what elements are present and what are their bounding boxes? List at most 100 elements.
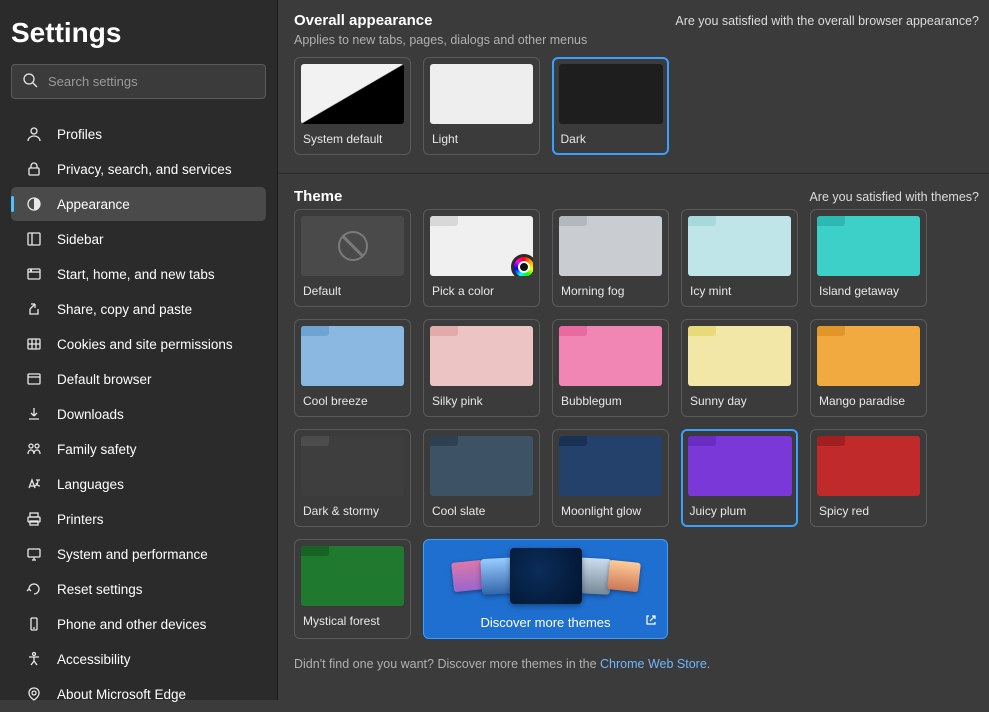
theme-option-icy[interactable]: Icy mint: [681, 209, 798, 307]
nav-item-label: Languages: [57, 477, 124, 492]
theme-footnote: Didn't find one you want? Discover more …: [294, 657, 979, 671]
browser-icon: [25, 370, 43, 388]
appearance-option-sysdefault[interactable]: System default: [294, 57, 411, 155]
theme-thumb: [430, 326, 533, 386]
nav-languages[interactable]: Languages: [11, 467, 266, 501]
theme-option-sunny[interactable]: Sunny day: [681, 319, 798, 417]
theme-thumb: [430, 436, 533, 496]
theme-option-label: Bubblegum: [559, 394, 662, 408]
theme-option-mango[interactable]: Mango paradise: [810, 319, 927, 417]
accessibility-icon: [25, 650, 43, 668]
overall-appearance-title: Overall appearance: [294, 12, 432, 29]
overall-subtitle: Applies to new tabs, pages, dialogs and …: [294, 33, 979, 47]
theme-thumb: [301, 326, 404, 386]
theme-option-label: Moonlight glow: [559, 504, 662, 518]
nav-downloads[interactable]: Downloads: [11, 397, 266, 431]
nav-appearance[interactable]: Appearance: [11, 187, 266, 221]
appearance-option-dark[interactable]: Dark: [552, 57, 669, 155]
reset-icon: [25, 580, 43, 598]
theme-option-label: Juicy plum: [688, 504, 792, 518]
nav-item-label: Reset settings: [57, 582, 143, 597]
theme-thumb: [688, 436, 792, 496]
sidebar-icon: [25, 230, 43, 248]
nav-item-label: Appearance: [57, 197, 130, 212]
theme-option-default-th[interactable]: Default: [294, 209, 411, 307]
theme-option-island[interactable]: Island getaway: [810, 209, 927, 307]
nav-item-label: About Microsoft Edge: [57, 687, 186, 702]
theme-satisfied-link[interactable]: Are you satisfied with themes?: [809, 190, 979, 204]
nav-privacy-search-and-services[interactable]: Privacy, search, and services: [11, 152, 266, 186]
theme-option-moon[interactable]: Moonlight glow: [552, 429, 669, 527]
nav-start-home-and-new-tabs[interactable]: Start, home, and new tabs: [11, 257, 266, 291]
nav-reset-settings[interactable]: Reset settings: [11, 572, 266, 606]
nav-item-label: Accessibility: [57, 652, 131, 667]
footnote-prefix: Didn't find one you want? Discover more …: [294, 657, 600, 671]
appearance-option-light[interactable]: Light: [423, 57, 540, 155]
nav-item-label: Phone and other devices: [57, 617, 206, 632]
theme-thumb: [688, 216, 791, 276]
theme-thumb: [817, 436, 920, 496]
theme-thumb: [817, 216, 920, 276]
theme-thumb: [559, 436, 662, 496]
search-settings[interactable]: [11, 64, 266, 99]
lock-icon: [25, 160, 43, 178]
theme-option-stormy[interactable]: Dark & stormy: [294, 429, 411, 527]
nav-item-label: Printers: [57, 512, 104, 527]
search-input[interactable]: [48, 74, 255, 89]
nav-item-label: System and performance: [57, 547, 208, 562]
nav-cookies-and-site-permissions[interactable]: Cookies and site permissions: [11, 327, 266, 361]
nav-sidebar[interactable]: Sidebar: [11, 222, 266, 256]
theme-option-label: Default: [301, 284, 404, 298]
theme-thumb: [559, 216, 662, 276]
theme-option-forest[interactable]: Mystical forest: [294, 539, 411, 639]
theme-option-morning[interactable]: Morning fog: [552, 209, 669, 307]
profile-icon: [25, 125, 43, 143]
nav-family-safety[interactable]: Family safety: [11, 432, 266, 466]
nav-item-label: Family safety: [57, 442, 137, 457]
nav-about-microsoft-edge[interactable]: About Microsoft Edge: [11, 677, 266, 711]
theme-option-label: Mango paradise: [817, 394, 920, 408]
nav-accessibility[interactable]: Accessibility: [11, 642, 266, 676]
appearance-thumb: [301, 64, 404, 124]
theme-thumb: [301, 216, 404, 276]
printer-icon: [25, 510, 43, 528]
nav-system-and-performance[interactable]: System and performance: [11, 537, 266, 571]
nav-profiles[interactable]: Profiles: [11, 117, 266, 151]
theme-option-spicy[interactable]: Spicy red: [810, 429, 927, 527]
system-icon: [25, 545, 43, 563]
nav-phone-and-other-devices[interactable]: Phone and other devices: [11, 607, 266, 641]
nav-item-label: Privacy, search, and services: [57, 162, 232, 177]
overall-satisfied-link[interactable]: Are you satisfied with the overall brows…: [675, 14, 979, 28]
settings-sidebar: Settings Profiles Privacy, search, and se…: [0, 0, 278, 700]
nav-share-copy-and-paste[interactable]: Share, copy and paste: [11, 292, 266, 326]
nav-default-browser[interactable]: Default browser: [11, 362, 266, 396]
nav-item-label: Start, home, and new tabs: [57, 267, 215, 282]
discover-more-themes[interactable]: Discover more themes: [423, 539, 668, 639]
theme-option-label: Pick a color: [430, 284, 533, 298]
theme-option-bubble[interactable]: Bubblegum: [552, 319, 669, 417]
theme-option-pick[interactable]: Pick a color: [423, 209, 540, 307]
external-link-icon: [645, 614, 657, 626]
theme-option-label: Spicy red: [817, 504, 920, 518]
theme-thumb: [301, 546, 404, 606]
appearance-option-label: Dark: [559, 132, 663, 146]
theme-option-slate[interactable]: Cool slate: [423, 429, 540, 527]
settings-title: Settings: [11, 17, 266, 49]
theme-option-plum[interactable]: Juicy plum: [681, 429, 798, 527]
theme-option-label: Cool breeze: [301, 394, 404, 408]
theme-option-breeze[interactable]: Cool breeze: [294, 319, 411, 417]
nav-printers[interactable]: Printers: [11, 502, 266, 536]
theme-header: Theme Are you satisfied with themes?: [294, 188, 979, 205]
theme-option-silky[interactable]: Silky pink: [423, 319, 540, 417]
theme-option-label: Sunny day: [688, 394, 791, 408]
download-icon: [25, 405, 43, 423]
theme-option-label: Morning fog: [559, 284, 662, 298]
appearance-thumb: [559, 64, 663, 124]
chrome-web-store-link[interactable]: Chrome Web Store: [600, 657, 707, 671]
family-icon: [25, 440, 43, 458]
phone-icon: [25, 615, 43, 633]
language-icon: [25, 475, 43, 493]
color-picker-icon: [511, 254, 533, 276]
overall-options: System defaultLight Dark: [294, 57, 979, 155]
theme-option-label: Cool slate: [430, 504, 533, 518]
